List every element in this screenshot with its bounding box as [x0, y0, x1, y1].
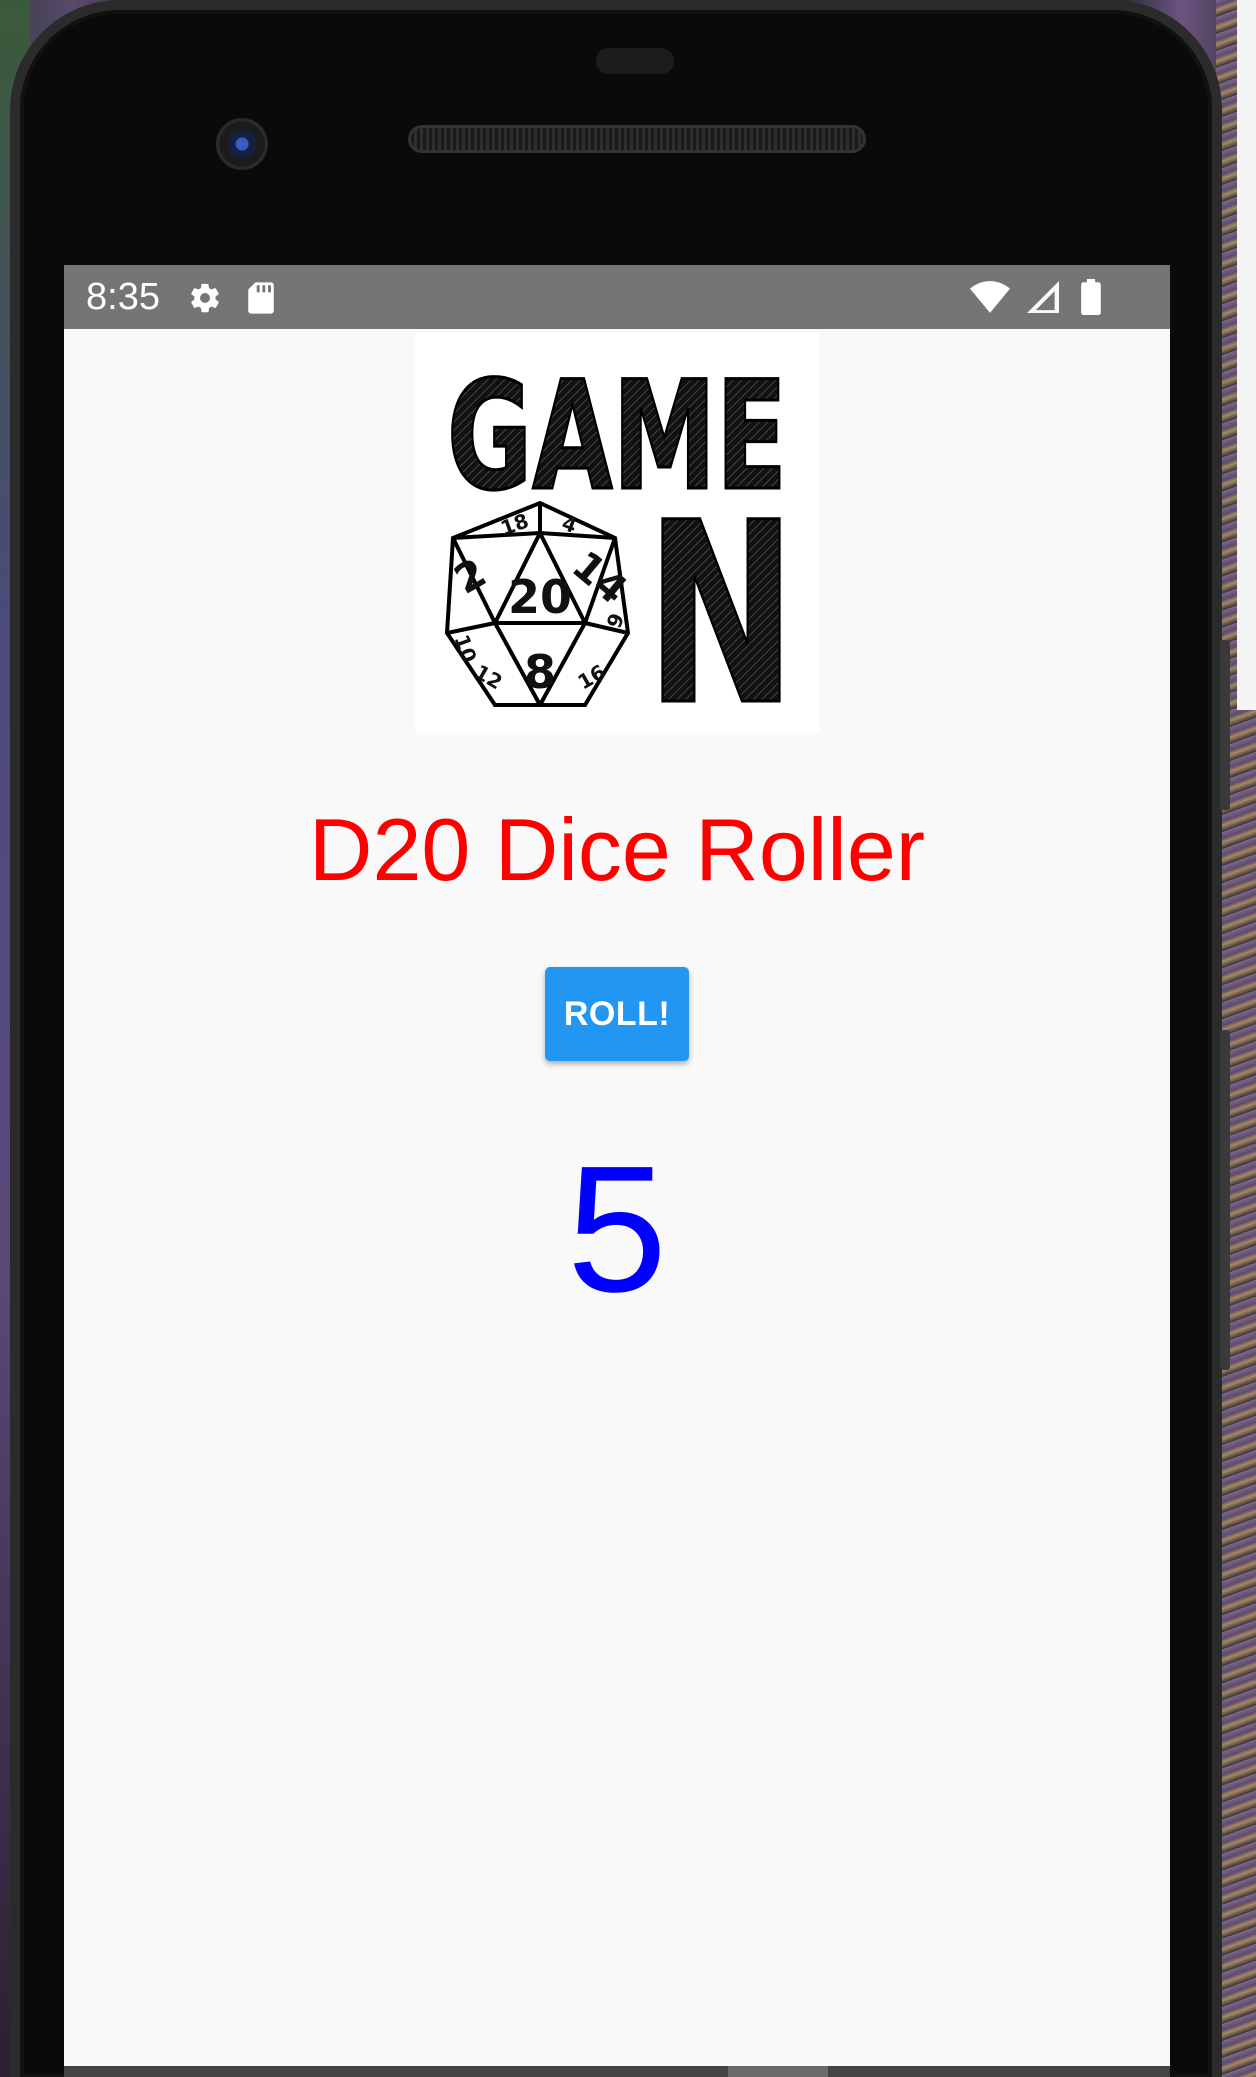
- cellular-signal-icon: [1026, 281, 1060, 318]
- status-bar: 8:35: [64, 265, 1170, 329]
- app-title: D20 Dice Roller: [308, 800, 926, 899]
- sd-card-icon: [246, 281, 276, 320]
- die-number-8: 8: [524, 645, 556, 699]
- wifi-icon: [970, 281, 1010, 318]
- roll-button[interactable]: ROLL!: [545, 967, 689, 1061]
- status-time: 8:35: [86, 276, 160, 318]
- speaker-grille: [408, 125, 866, 153]
- earpiece-icon: [596, 48, 674, 74]
- power-button[interactable]: [1220, 640, 1230, 810]
- volume-button[interactable]: [1220, 1030, 1230, 1370]
- roll-result: 5: [566, 1129, 668, 1330]
- settings-icon: [188, 281, 222, 320]
- front-camera-icon: [216, 118, 268, 170]
- phone-screen: 8:35 GAME 20 2 14 8 18 4 10 12 9 16 N D2…: [64, 265, 1170, 2077]
- battery-icon: [1080, 279, 1102, 320]
- navigation-handle[interactable]: [728, 2066, 828, 2077]
- navigation-bar: [64, 2066, 1170, 2077]
- die-number-20: 20: [508, 570, 572, 624]
- logo-letter-n: N: [646, 469, 796, 733]
- game-on-logo: GAME 20 2 14 8 18 4 10 12 9 16 N: [415, 333, 819, 762]
- background-window-edge: [1237, 0, 1256, 710]
